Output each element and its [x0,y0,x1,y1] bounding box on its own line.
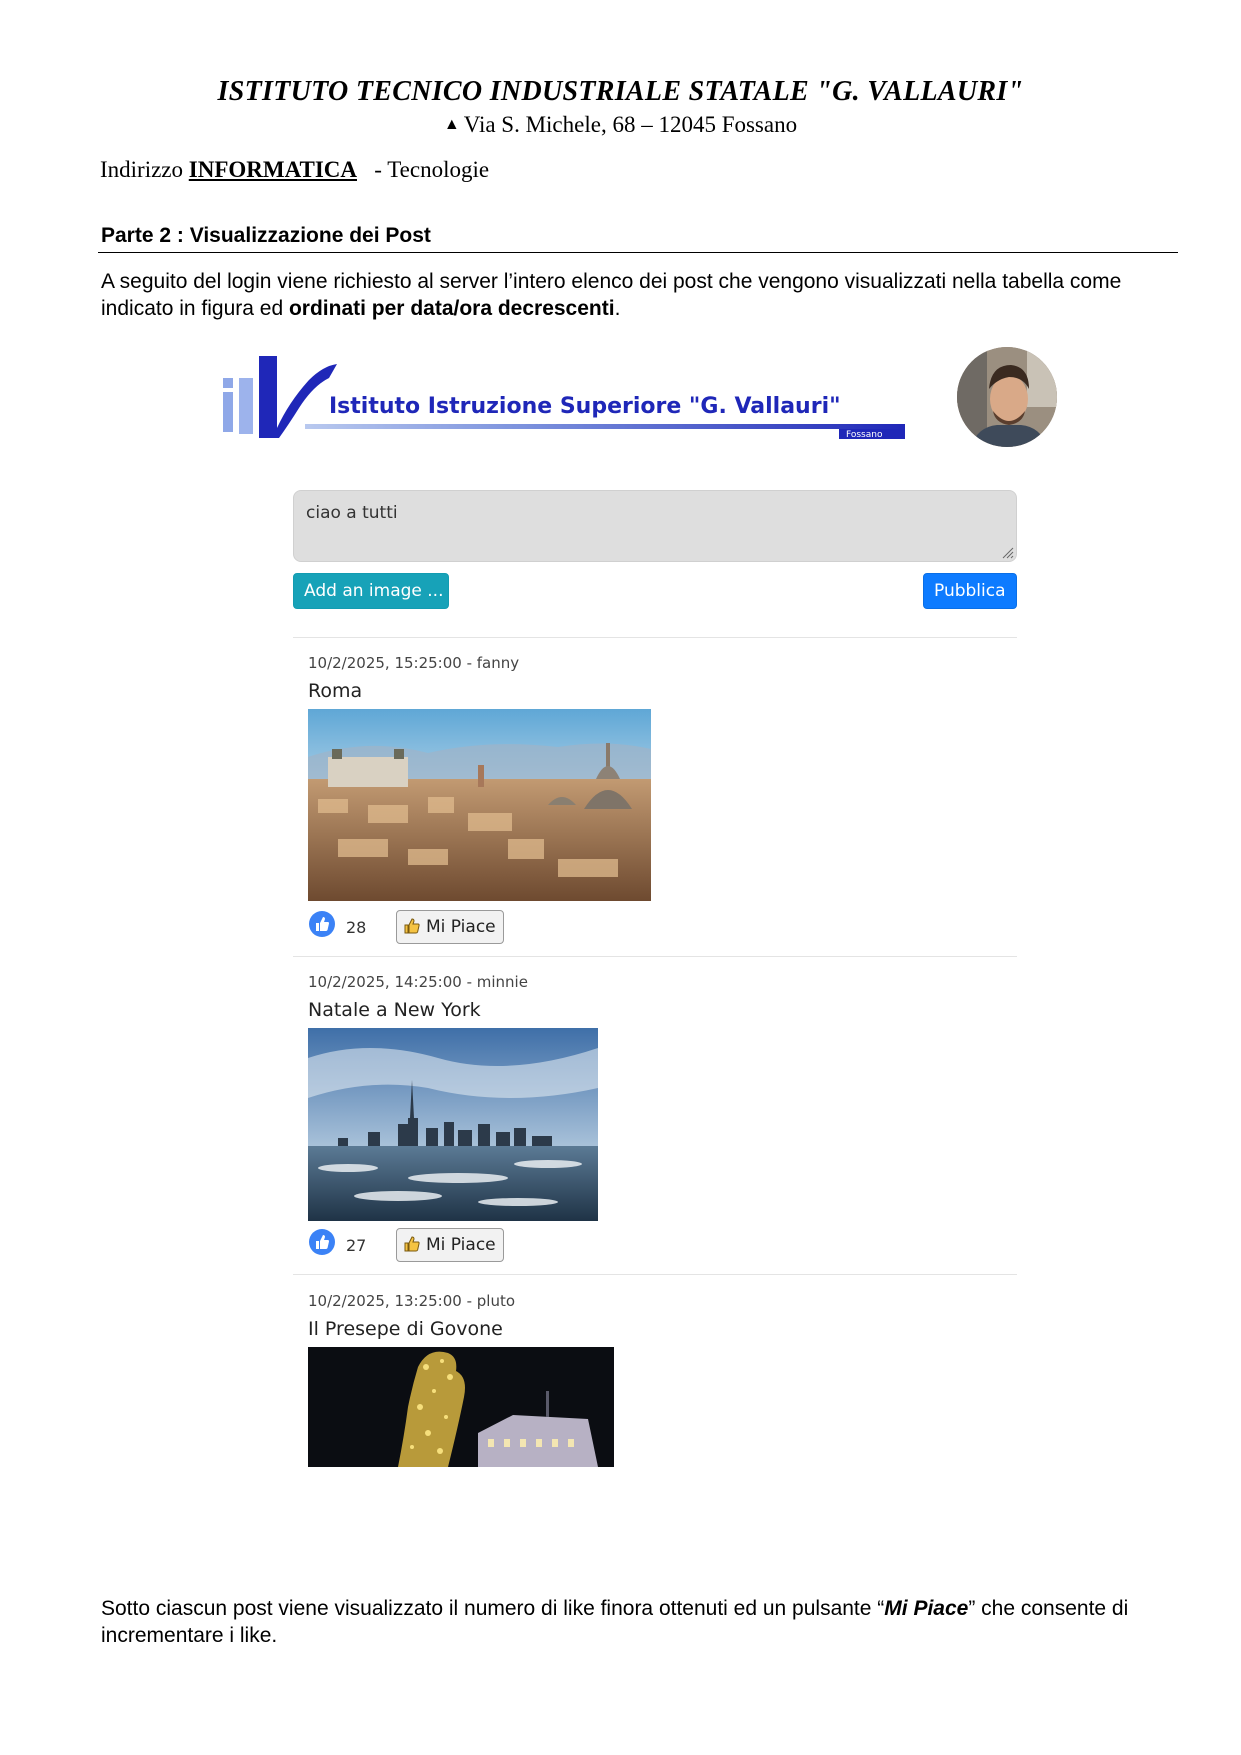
like-count-icon [309,911,335,937]
post-title: Natale a New York [308,999,481,1021]
post-card: 10/2/2025, 14:25:00 - minnie Natale a Ne… [293,973,1017,1271]
school-title: ISTITUTO TECNICO INDUSTRIALE STATALE "G.… [217,76,1024,107]
logo-subtext: Fossano [846,430,883,440]
like-count-icon [309,1229,335,1255]
course-name: INFORMATICA [188,157,357,182]
intro-bold: ordinati per data/ora decrescenti [288,297,615,320]
like-count: 27 [346,1236,367,1255]
like-button[interactable]: Mi Piace [396,910,504,944]
resize-grip-icon[interactable] [1000,545,1014,559]
like-button-label: Mi Piace [426,917,496,937]
outro-bold: Mi Piace [884,1597,969,1620]
location-icon: ▲ [443,116,460,133]
post-image-new-york [308,1028,598,1221]
outro-text: Sotto ciascun post viene visualizzato il… [101,1597,885,1620]
like-count: 28 [346,918,367,937]
post-meta: 10/2/2025, 15:25:00 - fanny [308,654,520,672]
course-prefix: Indirizzo [100,157,189,182]
school-address: ▲ Via S. Michele, 68 – 12045 Fossano [0,112,1241,138]
post-image-govone [308,1347,614,1467]
like-button[interactable]: Mi Piace [396,1228,504,1262]
logo-text: Istituto Istruzione Superiore "G. Vallau… [329,394,841,419]
thumbs-up-icon [404,1236,420,1252]
like-button-label: Mi Piace [426,1235,496,1255]
post-image-rome [308,709,651,901]
post-divider [293,1274,1017,1275]
section-title: Parte 2 : Visualizzazione dei Post [101,224,431,247]
school-logo: Istituto Istruzione Superiore "G. Vallau… [223,356,905,440]
section-divider [98,252,1178,253]
outro-paragraph: Sotto ciascun post viene visualizzato il… [101,1595,1181,1649]
address-text: Via S. Michele, 68 – 12045 Fossano [463,112,798,137]
thumbs-up-icon [404,918,420,934]
course-suffix: - Tecnologie [357,157,490,182]
post-divider [293,637,1017,638]
user-avatar[interactable] [957,347,1057,447]
course-line: Indirizzo INFORMATICA - Tecnologie [100,157,489,183]
post-meta: 10/2/2025, 14:25:00 - minnie [308,973,528,991]
post-card: 10/2/2025, 13:25:00 - pluto Il Presepe d… [293,1292,1017,1482]
post-card: 10/2/2025, 15:25:00 - fanny Roma 28 Mi P… [293,654,1017,952]
publish-button[interactable]: Pubblica [923,573,1017,609]
intro-paragraph: A seguito del login viene richiesto al s… [101,268,1181,322]
post-meta: 10/2/2025, 13:25:00 - pluto [308,1292,516,1310]
app-screenshot: Istituto Istruzione Superiore "G. Vallau… [215,340,1065,1570]
post-title: Il Presepe di Govone [308,1318,503,1340]
post-textarea[interactable] [293,490,1017,562]
intro-end: . [614,297,621,320]
post-title: Roma [308,680,363,702]
post-divider [293,956,1017,957]
add-image-button[interactable]: Add an image ... [293,573,449,609]
